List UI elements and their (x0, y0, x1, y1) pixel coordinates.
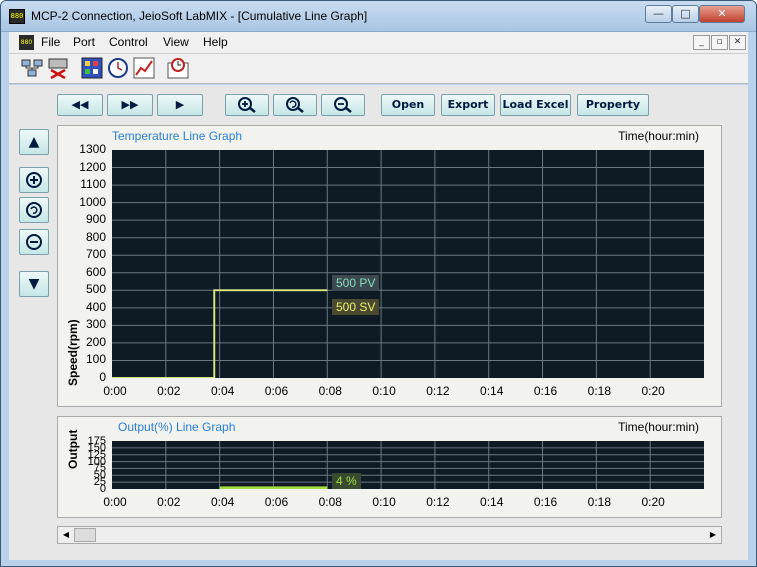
scroll-up-button[interactable]: ▲ (19, 129, 49, 155)
load-excel-button[interactable]: Load Excel (500, 94, 571, 116)
side-zoom-reset-button[interactable] (19, 197, 49, 223)
y-tick-label: 1100 (80, 177, 106, 192)
output-graph-title: Output(%) Line Graph (118, 420, 236, 434)
minus-circle-icon (26, 234, 42, 250)
y-tick-label: 300 (85, 317, 106, 332)
temperature-time-label: Time(hour:min) (618, 129, 699, 143)
x-tick-label: 0:04 (210, 495, 235, 509)
plus-circle-icon (26, 172, 42, 188)
output-plot-area (112, 441, 704, 489)
zoom-reset-icon (286, 97, 304, 113)
x-tick-label: 0:00 (103, 495, 127, 509)
mdi-close-button[interactable]: ✕ (729, 35, 746, 50)
zoom-out-icon (334, 97, 352, 113)
x-tick-label: 0:06 (264, 384, 289, 398)
scroll-right-arrow[interactable]: ▶ (705, 527, 721, 543)
rewind-button[interactable]: ◀◀ (57, 94, 103, 116)
zoom-reset-button[interactable] (273, 94, 317, 116)
graph-view: ◀◀ ▶▶ ▶ Open Export Load Excel Property … (9, 85, 748, 560)
x-tick-label: 0:02 (157, 495, 181, 509)
maximize-button[interactable]: □ (672, 5, 699, 23)
menu-control[interactable]: Control (109, 35, 148, 49)
temperature-graph-title: Temperature Line Graph (112, 129, 243, 143)
temperature-plot-area (112, 150, 704, 378)
side-zoom-in-button[interactable] (19, 167, 49, 193)
pv-value-tag: 500 PV (332, 275, 380, 291)
zoom-in-button[interactable] (225, 94, 269, 116)
y-tick-label: 0 (99, 370, 106, 384)
mdi-minimize-button[interactable]: _ (693, 35, 710, 50)
side-zoom-out-button[interactable] (19, 229, 49, 255)
x-tick-label: 0:16 (533, 495, 558, 509)
output-value-tag: 4 % (332, 473, 361, 489)
sv-value-tag: 500 SV (332, 299, 380, 315)
plot-background (112, 150, 704, 378)
output-time-label: Time(hour:min) (618, 420, 699, 434)
property-button[interactable]: Property (577, 94, 649, 116)
open-button[interactable]: Open (381, 94, 435, 116)
y-tick-label: 500 (85, 282, 106, 297)
x-tick-label: 0:04 (210, 384, 235, 398)
y-tick-label: 400 (85, 299, 106, 314)
menu-port[interactable]: Port (73, 35, 95, 49)
x-tick-label: 0:02 (157, 384, 181, 398)
y-tick-label: 200 (85, 334, 106, 349)
y-tick-label: 600 (85, 264, 106, 279)
y-tick-label: 0 (99, 483, 106, 495)
fast-forward-button[interactable]: ▶▶ (107, 94, 153, 116)
scroll-thumb[interactable] (74, 528, 96, 542)
y-tick-label: 800 (85, 229, 106, 244)
mdi-restore-button[interactable]: ▫ (711, 35, 728, 50)
horizontal-scrollbar[interactable]: ◀ ▶ (57, 526, 722, 544)
network-icon[interactable] (21, 57, 43, 79)
y-tick-label: 900 (85, 212, 106, 227)
y-tick-label: 1000 (79, 194, 106, 209)
x-tick-label: 0:00 (103, 384, 127, 398)
timer-chart-icon[interactable] (167, 57, 189, 79)
x-tick-label: 0:16 (533, 384, 558, 398)
chart-icon[interactable] (133, 57, 155, 79)
x-tick-label: 0:18 (587, 384, 612, 398)
clock-icon[interactable] (107, 57, 129, 79)
x-tick-label: 0:14 (480, 495, 504, 509)
window-title: MCP-2 Connection, JeioSoft LabMIX - [Cum… (31, 9, 368, 23)
menu-file[interactable]: File (41, 35, 60, 49)
menu-bar: 880 File Port Control View Help _ ▫ ✕ (9, 32, 748, 54)
app-icon: 880 (9, 9, 25, 24)
minimize-button[interactable]: — (645, 5, 672, 23)
close-button[interactable]: ✕ (699, 5, 745, 23)
y-tick-label: 700 (85, 247, 106, 262)
x-tick-label: 0:20 (641, 495, 665, 509)
x-tick-label: 0:12 (426, 384, 450, 398)
zoom-out-button[interactable] (321, 94, 365, 116)
x-tick-label: 0:14 (480, 384, 504, 398)
y-tick-label: 1200 (79, 159, 106, 174)
x-tick-label: 0:10 (372, 495, 396, 509)
zoom-in-icon (238, 97, 256, 113)
y-tick-label: 100 (85, 352, 106, 367)
toolbar (9, 54, 748, 84)
export-button[interactable]: Export (441, 94, 495, 116)
x-tick-label: 0:10 (372, 384, 396, 398)
play-button[interactable]: ▶ (157, 94, 203, 116)
app-window: 880 MCP-2 Connection, JeioSoft LabMIX - … (0, 0, 757, 567)
reset-circle-icon (26, 202, 42, 218)
x-tick-label: 0:18 (587, 495, 612, 509)
scroll-down-button[interactable]: ▼ (19, 271, 49, 297)
title-bar: 880 MCP-2 Connection, JeioSoft LabMIX - … (1, 1, 756, 32)
x-tick-label: 0:12 (426, 495, 450, 509)
temperature-graph-panel: Temperature Line Graph Time(hour:min) Sp… (57, 125, 722, 407)
x-tick-label: 0:08 (318, 495, 342, 509)
document-icon[interactable]: 880 (19, 35, 34, 50)
x-tick-label: 0:08 (318, 384, 342, 398)
x-tick-label: 0:06 (264, 495, 289, 509)
disconnect-icon[interactable] (47, 57, 69, 79)
menu-view[interactable]: View (163, 35, 189, 49)
scroll-left-arrow[interactable]: ◀ (58, 527, 74, 543)
output-graph-panel: Output(%) Line Graph Time(hour:min) Outp… (57, 416, 722, 518)
grid-icon[interactable] (81, 57, 103, 79)
x-tick-label: 0:20 (641, 384, 665, 398)
y-tick-label: 1300 (79, 142, 106, 156)
menu-help[interactable]: Help (203, 35, 228, 49)
